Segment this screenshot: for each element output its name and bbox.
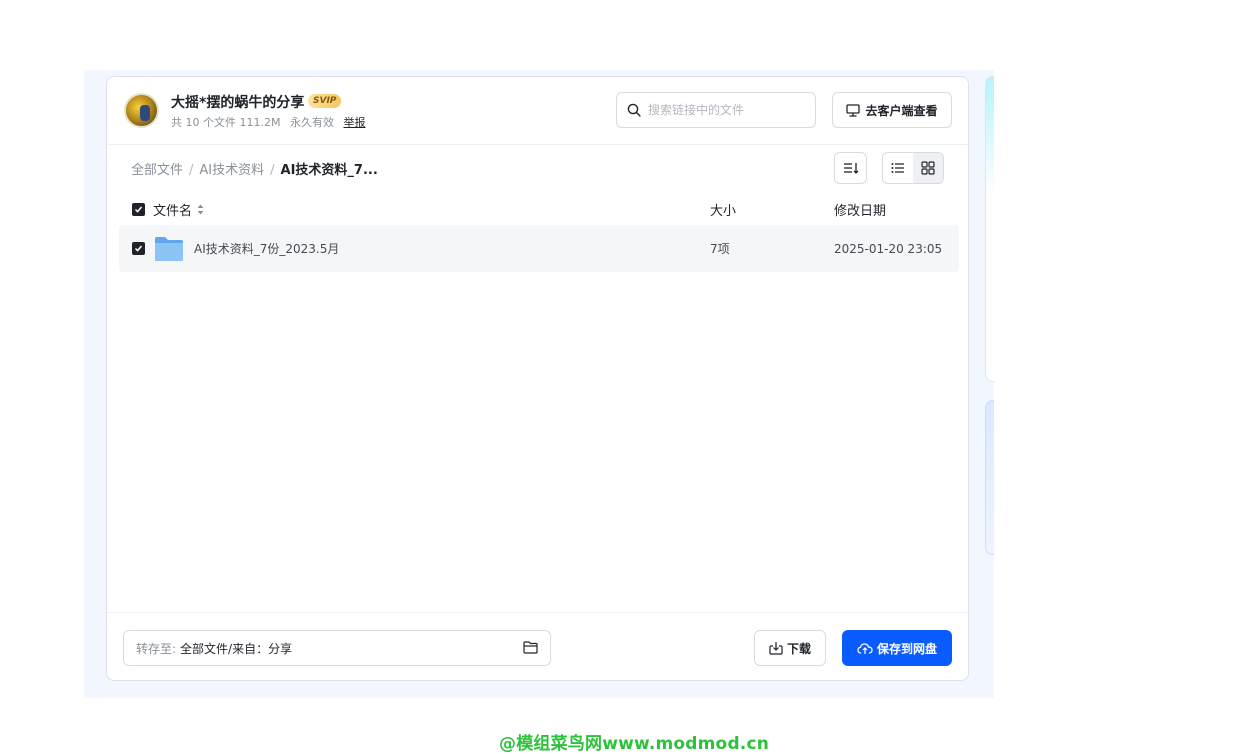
share-title: 大摇*摆的蜗牛的分享 <box>171 95 305 111</box>
grid-view-button[interactable] <box>913 153 943 183</box>
download-button[interactable]: 下载 <box>754 630 826 666</box>
column-header-name: 文件名 <box>132 197 204 221</box>
footer: 转存至: 全部文件/来自：分享 下载 保存到网盘 <box>107 612 968 682</box>
side-panel-bottom <box>985 400 994 555</box>
validity: 永久有效 <box>289 116 334 129</box>
save-path-field[interactable]: 转存至: 全部文件/来自：分享 <box>123 630 551 666</box>
save-to-cloud-label: 保存到网盘 <box>876 641 937 656</box>
row-checkbox-cell <box>132 225 145 272</box>
column-header-size: 大小 <box>710 203 737 219</box>
file-size: 7项 <box>710 242 730 256</box>
folder-outline-icon[interactable] <box>523 641 538 654</box>
breadcrumb-current: AI技术资料_7... <box>280 163 378 178</box>
breadcrumb-separator: / <box>189 163 194 178</box>
folder-cell <box>154 225 184 272</box>
share-card: 大摇*摆的蜗牛的分享 SVIP 共 10 个文件 111.2M 永久有效 举报 … <box>106 76 969 681</box>
save-path-value: 全部文件/来自：分享 <box>180 641 293 656</box>
watermark: @模组菜鸟网www.modmod.cn <box>499 734 770 754</box>
row-checkbox[interactable] <box>132 242 145 255</box>
select-all-checkbox[interactable] <box>132 202 145 216</box>
view-toggle <box>882 152 944 184</box>
file-count: 共 10 个文件 111.2M <box>171 116 281 129</box>
column-header-date: 修改日期 <box>834 203 887 219</box>
search-icon <box>627 103 641 117</box>
svip-badge: SVIP <box>308 94 342 108</box>
column-name-label[interactable]: 文件名 <box>153 200 192 219</box>
save-path-label: 转存至: <box>136 641 177 656</box>
list-icon <box>891 163 904 173</box>
cloud-upload-icon <box>857 642 873 654</box>
open-client-button[interactable]: 去客户端查看 <box>832 92 952 128</box>
search-input[interactable] <box>648 101 808 119</box>
side-panel-top <box>985 76 994 382</box>
open-client-label: 去客户端查看 <box>865 103 938 118</box>
breadcrumb-separator: / <box>270 163 275 178</box>
sort-icon <box>843 163 858 174</box>
save-to-cloud-button[interactable]: 保存到网盘 <box>842 630 952 666</box>
list-view-button[interactable] <box>883 153 913 183</box>
sort-toggle-icon[interactable] <box>197 204 204 215</box>
check-icon <box>134 245 143 252</box>
monitor-icon <box>846 103 861 117</box>
breadcrumb: 全部文件 / AI技术资料 / AI技术资料_7... <box>131 159 378 178</box>
table-row[interactable]: AI技术资料_7份_2023.5月 7项 2025-01-20 23:05 <box>119 225 959 272</box>
avatar <box>124 93 159 128</box>
search-box[interactable] <box>616 92 816 128</box>
breadcrumb-item-ai[interactable]: AI技术资料 <box>199 163 264 178</box>
file-name[interactable]: AI技术资料_7份_2023.5月 <box>194 225 339 272</box>
download-icon <box>769 642 783 655</box>
file-date: 2025-01-20 23:05 <box>834 241 943 256</box>
sort-button[interactable] <box>834 152 867 184</box>
report-link[interactable]: 举报 <box>343 116 365 129</box>
share-header: 大摇*摆的蜗牛的分享 SVIP 共 10 个文件 111.2M 永久有效 举报 … <box>107 77 968 145</box>
share-meta: 共 10 个文件 111.2M 永久有效 举报 <box>171 114 371 130</box>
breadcrumb-item-all-files[interactable]: 全部文件 <box>131 163 183 178</box>
download-label: 下载 <box>786 641 811 656</box>
grid-icon <box>921 161 935 175</box>
folder-icon <box>155 236 183 261</box>
check-icon <box>134 206 143 213</box>
